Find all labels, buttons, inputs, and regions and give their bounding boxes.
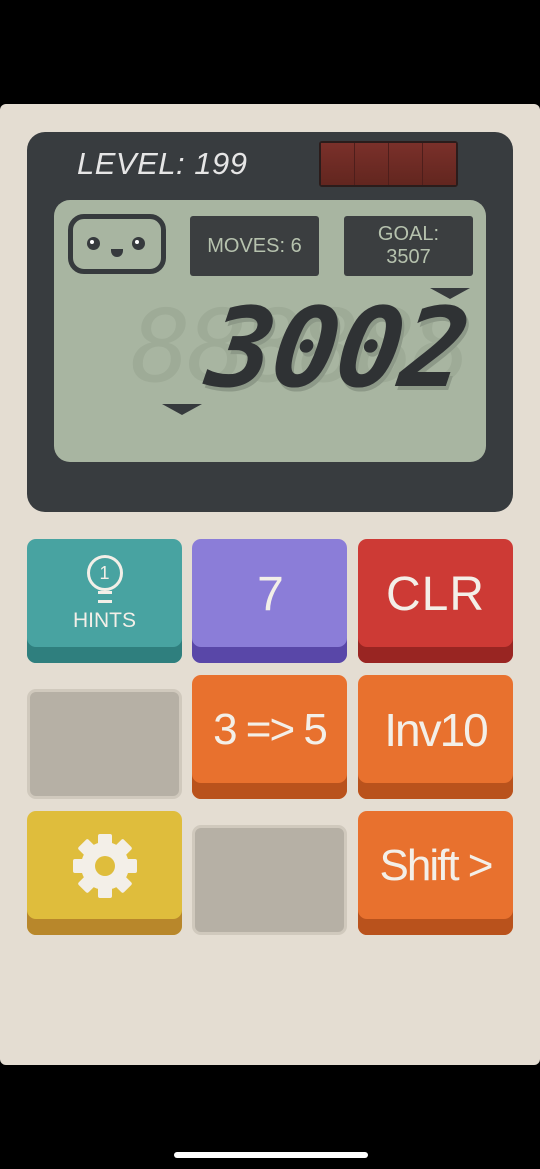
home-indicator[interactable] [174,1152,368,1158]
hints-label: HINTS [73,609,136,632]
append-7-button[interactable]: 7 [192,539,347,663]
arrow-down-icon [162,404,202,415]
calculator-body: LEVEL: 199 MOVES: 6 GOAL: 3507 888888 30… [0,104,540,1065]
level-label: LEVEL: 199 [77,146,248,181]
lcd-display: MOVES: 6 GOAL: 3507 888888 3002 [54,200,486,462]
display-value: 3002 [200,284,475,412]
solar-panel-icon [319,141,458,187]
robot-eye [87,237,100,250]
bulb-base [97,591,112,603]
robot-face-icon [68,214,166,274]
goal-value: 3507 [386,246,431,268]
replace-3-with-5-label: 3 => 5 [213,705,328,754]
hints-content: 1 HINTS [73,555,136,633]
moves-label: MOVES: 6 [207,234,302,257]
empty-button-slot [27,689,182,799]
robot-mouth [111,249,123,257]
gear-icon [72,834,137,898]
hints-count-badge: 1 [86,555,123,591]
robot-eye [132,237,145,250]
replace-3-with-5-button[interactable]: 3 => 5 [192,675,347,799]
settings-button[interactable] [27,811,182,935]
hints-count: 1 [99,562,110,583]
inv10-label: Inv10 [384,704,489,756]
clear-button[interactable]: CLR [358,539,513,663]
hints-button[interactable]: 1 HINTS [27,539,182,663]
lightbulb-icon: 1 [86,555,123,605]
solar-cell [423,143,456,185]
shift-right-button[interactable]: Shift > [358,811,513,935]
moves-counter: MOVES: 6 [190,216,319,276]
inv10-button[interactable]: Inv10 [358,675,513,799]
solar-cell [389,143,423,185]
solar-cell [355,143,389,185]
solar-cell [321,143,355,185]
clear-label: CLR [385,567,486,621]
append-7-label: 7 [257,567,284,621]
shift-right-label: Shift > [379,841,494,890]
screen-frame: LEVEL: 199 MOVES: 6 GOAL: 3507 888888 30… [27,132,513,512]
goal-label: GOAL: [377,223,440,245]
empty-button-slot [192,825,347,935]
goal-box: GOAL: 3507 [344,216,473,276]
